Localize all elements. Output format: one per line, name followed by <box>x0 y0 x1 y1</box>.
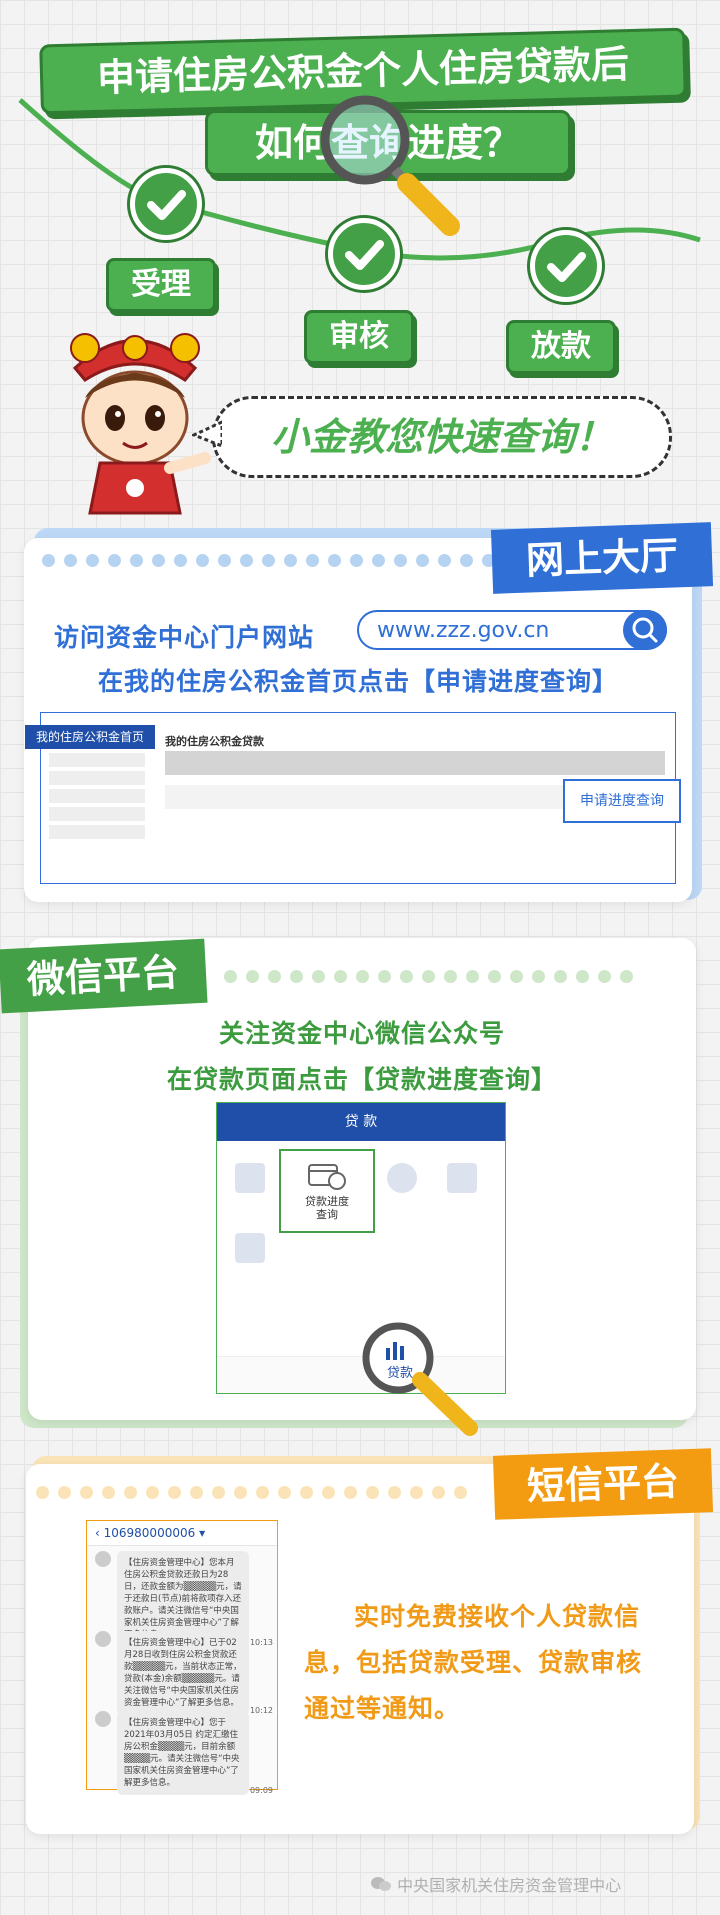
slogan-text: 小金教您快速查询！ <box>270 415 613 459</box>
magnifier-label: 贷款 <box>386 1366 413 1381</box>
sms-sender: 106980000006 <box>103 1526 196 1540</box>
check-icon-step3 <box>530 230 602 302</box>
sms-description: 实时免费接收个人贷款信息，包括贷款受理、贷款审核通过等通知。 <box>304 1602 643 1723</box>
wechat-card: 关注资金中心微信公众号 在贷款页面点击【贷款进度查询】 贷 款 贷款进度 查询 … <box>28 938 696 1436</box>
avatar <box>95 1711 111 1727</box>
url-search-box[interactable]: www.zzz.gov.cn <box>357 610 667 650</box>
header-section: 申请住房公积金个人住房贷款后 如何查询进度？ 受理 审核 放款 小金教您快速查询… <box>0 0 720 515</box>
sms-phone-mock: ‹ 106980000006 ▾ 【住房资金管理中心】您本月住房公积金贷款还款日… <box>86 1520 278 1795</box>
chevron-down-icon[interactable]: ▾ <box>195 1526 205 1540</box>
avatar <box>95 1631 111 1647</box>
url-text: www.zzz.gov.cn <box>377 618 550 643</box>
wechat-logo-icon <box>370 1875 392 1893</box>
sms-text: 【住房资金管理中心】已于02月28日收到住房公积金贷款还款▒▒▒▒▒元，当前状态… <box>117 1631 249 1715</box>
loan-card-icon <box>308 1164 346 1190</box>
website-table-row <box>165 785 565 809</box>
online-line2: 在我的住房公积金首页点击【申请进度查询】 <box>97 667 618 696</box>
online-ribbon: 网上大厅 <box>490 522 714 594</box>
phone-header: 贷 款 <box>217 1103 505 1141</box>
check-icon-step2 <box>328 218 400 290</box>
apply-progress-button[interactable]: 申请进度查询 <box>563 779 681 823</box>
step-label-review: 审核 <box>304 310 414 364</box>
sms-dots <box>36 1486 467 1499</box>
sms-header: ‹ 106980000006 ▾ <box>87 1521 277 1546</box>
online-card: 访问资金中心门户网站 www.zzz.gov.cn 在我的住房公积金首页点击【申… <box>24 538 692 902</box>
back-icon[interactable]: ‹ <box>95 1526 104 1540</box>
sms-message-3: 【住房资金管理中心】您于2021年03月05日 约定汇缴住房公积金▒▒▒▒元，目… <box>95 1711 273 1795</box>
sms-text: 【住房资金管理中心】您于2021年03月05日 约定汇缴住房公积金▒▒▒▒元，目… <box>117 1711 249 1795</box>
online-line1: 访问资金中心门户网站 <box>54 623 315 652</box>
wechat-magnifier-icon <box>362 1322 478 1436</box>
sms-card: ‹ 106980000006 ▾ 【住房资金管理中心】您本月住房公积金贷款还款日… <box>26 1464 694 1834</box>
sms-ribbon: 短信平台 <box>492 1448 714 1520</box>
sms-time: 09:09 <box>249 1786 273 1795</box>
wechat-dots <box>224 970 633 983</box>
website-table-header <box>165 751 665 775</box>
watermark-text: 中央国家机关住房资金管理中心 <box>397 1876 622 1895</box>
avatar <box>95 1551 111 1567</box>
wechat-line2: 在贷款页面点击【贷款进度查询】 <box>166 1065 557 1094</box>
website-mock: 我的住房公积金首页 我的住房公积金贷款 申请进度查询 <box>25 712 681 884</box>
wechat-line1: 关注资金中心微信公众号 <box>218 1019 505 1048</box>
online-dots <box>42 554 517 567</box>
loan-progress-item[interactable]: 贷款进度 查询 <box>279 1149 375 1233</box>
step-label-accept: 受理 <box>106 258 216 312</box>
website-panel-title: 我的住房公积金贷款 <box>165 735 264 748</box>
check-icon-step1 <box>130 168 202 240</box>
mascot-icon <box>70 333 211 515</box>
magnifier-icon <box>320 95 460 236</box>
sms-message-2: 【住房资金管理中心】已于02月28日收到住房公积金贷款还款▒▒▒▒▒元，当前状态… <box>95 1631 273 1715</box>
website-tab[interactable]: 我的住房公积金首页 <box>25 725 155 749</box>
wechat-ribbon: 微信平台 <box>0 938 208 1014</box>
search-icon[interactable] <box>623 610 667 650</box>
slogan-bubble: 小金教您快速查询！ <box>212 396 672 478</box>
bubble-tail <box>192 420 222 448</box>
step-label-disburse: 放款 <box>506 320 616 374</box>
loan-progress-label: 贷款进度 查询 <box>305 1195 349 1221</box>
footer-watermark: 中央国家机关住房资金管理中心 <box>370 1872 710 1896</box>
website-sidebar <box>49 753 145 863</box>
